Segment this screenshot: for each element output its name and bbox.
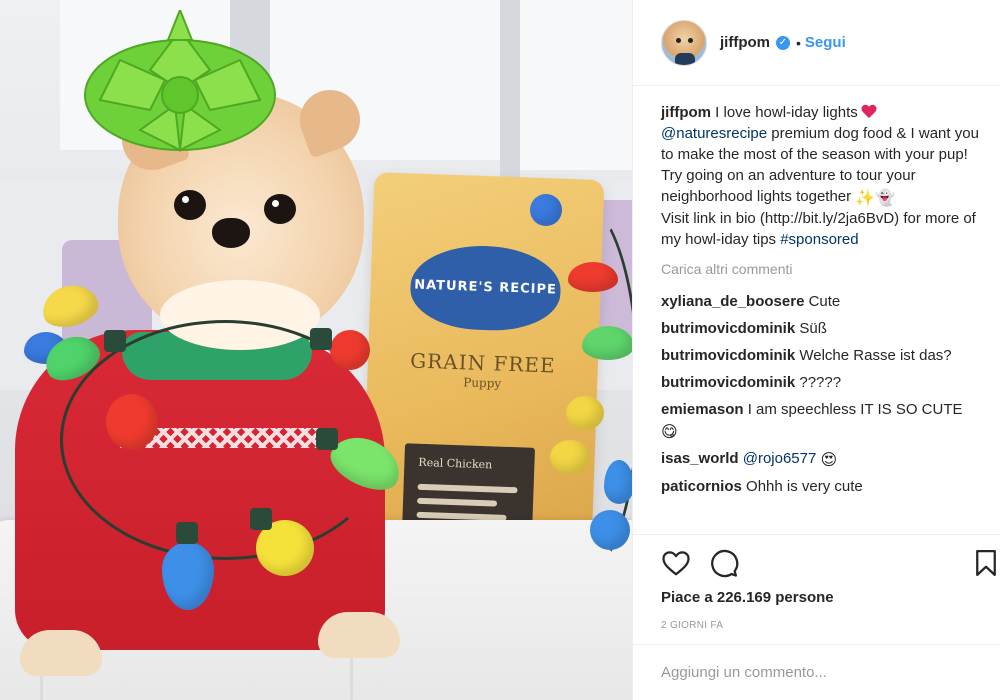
comment-author[interactable]: paticornios — [661, 478, 742, 495]
bag-box-text: Real Chicken — [418, 455, 493, 472]
comment-icon[interactable] — [709, 548, 739, 578]
comment-text: Ohhh is very cute — [746, 478, 863, 495]
author-avatar[interactable] — [661, 19, 707, 66]
light-bulb-red — [330, 330, 370, 370]
author-username[interactable]: jiffpom — [720, 34, 770, 51]
light-bulb-red — [568, 262, 618, 292]
post-photo[interactable]: NATURE'S RECIPE GRAIN FREE Puppy Real Ch… — [0, 0, 632, 700]
light-socket — [316, 428, 338, 450]
post-actions: Piace a 226.169 persone 2 GIORNI FA — [633, 534, 1000, 644]
comment-item: emiemason I am speechless IT IS SO CUTE … — [661, 399, 979, 442]
light-bulb-red — [106, 394, 158, 450]
light-socket — [310, 328, 332, 350]
sparkles-emoji-icon: ✨ — [855, 190, 876, 207]
light-bulb-blue — [590, 510, 630, 550]
caption-mention[interactable]: @naturesrecipe — [661, 125, 767, 142]
light-bulb-blue — [530, 194, 562, 226]
dog-paw — [318, 612, 400, 658]
comment-item: butrimovicdominik Welche Rasse ist das? — [661, 345, 979, 366]
caption-text: I love howl-iday lights — [715, 104, 858, 121]
follow-button[interactable]: Segui — [805, 34, 846, 51]
comment-author[interactable]: isas_world — [661, 450, 739, 467]
dog-eye — [264, 194, 296, 224]
light-bulb-green — [582, 326, 632, 360]
likes-count[interactable]: Piace a 226.169 persone — [661, 589, 985, 606]
post-header: jiffpom ✓ • Segui — [633, 0, 1000, 86]
light-socket — [176, 522, 198, 544]
comment-item: isas_world @rojo6577 😍 — [661, 448, 979, 470]
heart-outline-icon[interactable] — [661, 548, 691, 578]
window-frame — [500, 0, 520, 190]
load-more-comments-link[interactable]: Carica altri commenti — [661, 259, 979, 280]
dog-nose — [212, 218, 250, 248]
comment-author[interactable]: xyliana_de_boosere — [661, 293, 804, 310]
caption-author[interactable]: jiffpom — [661, 104, 711, 121]
post-timestamp[interactable]: 2 GIORNI FA — [661, 620, 985, 631]
heart-eyes-emoji-icon: 😍 — [820, 452, 838, 469]
light-socket — [104, 330, 126, 352]
add-comment-input[interactable] — [661, 664, 961, 681]
comment-item: butrimovicdominik ????? — [661, 372, 979, 393]
comment-text: Cute — [808, 293, 841, 310]
comment-text: Welche Rasse ist das? — [799, 347, 952, 364]
comment-text: I am speechless IT IS SO CUTE — [747, 401, 963, 418]
dog-eye — [174, 190, 206, 220]
dog-paw — [20, 630, 102, 676]
comment-item: butrimovicdominik Süß — [661, 318, 979, 339]
comment-text: ????? — [799, 374, 842, 391]
verified-badge-icon: ✓ — [776, 35, 790, 50]
comment-author[interactable]: butrimovicdominik — [661, 347, 795, 364]
add-comment-bar — [633, 644, 1000, 700]
comment-item: xyliana_de_boosere Cute — [661, 291, 979, 312]
post-caption: jiffpom I love howl-iday lights @natures… — [661, 102, 979, 250]
comment-item: paticornios Ohhh is very cute — [661, 476, 979, 497]
post-side-panel: jiffpom ✓ • Segui jiffpom I love howl-id… — [632, 0, 1000, 700]
window-pane — [520, 0, 632, 170]
action-icons-row — [661, 535, 996, 589]
bookmark-icon[interactable] — [971, 548, 1000, 578]
red-heart-emoji-icon — [861, 105, 877, 119]
green-gift-bow — [84, 10, 276, 152]
ghost-emoji-icon: 👻 — [875, 190, 896, 207]
tongue-out-emoji-icon: 😋 — [661, 424, 678, 441]
light-bulb-yellow — [550, 440, 590, 474]
light-bulb-yellow — [566, 396, 604, 430]
separator-dot: • — [796, 34, 801, 51]
light-bulb-blue — [604, 460, 632, 504]
comment-text: Süß — [799, 320, 827, 337]
comment-author[interactable]: butrimovicdominik — [661, 374, 795, 391]
comment-author[interactable]: butrimovicdominik — [661, 320, 795, 337]
comment-author[interactable]: emiemason — [661, 401, 744, 418]
light-socket — [250, 508, 272, 530]
comment-mention[interactable]: @rojo6577 — [743, 450, 817, 467]
comments-section[interactable]: jiffpom I love howl-iday lights @natures… — [633, 86, 1000, 534]
caption-hashtag[interactable]: #sponsored — [780, 231, 858, 248]
